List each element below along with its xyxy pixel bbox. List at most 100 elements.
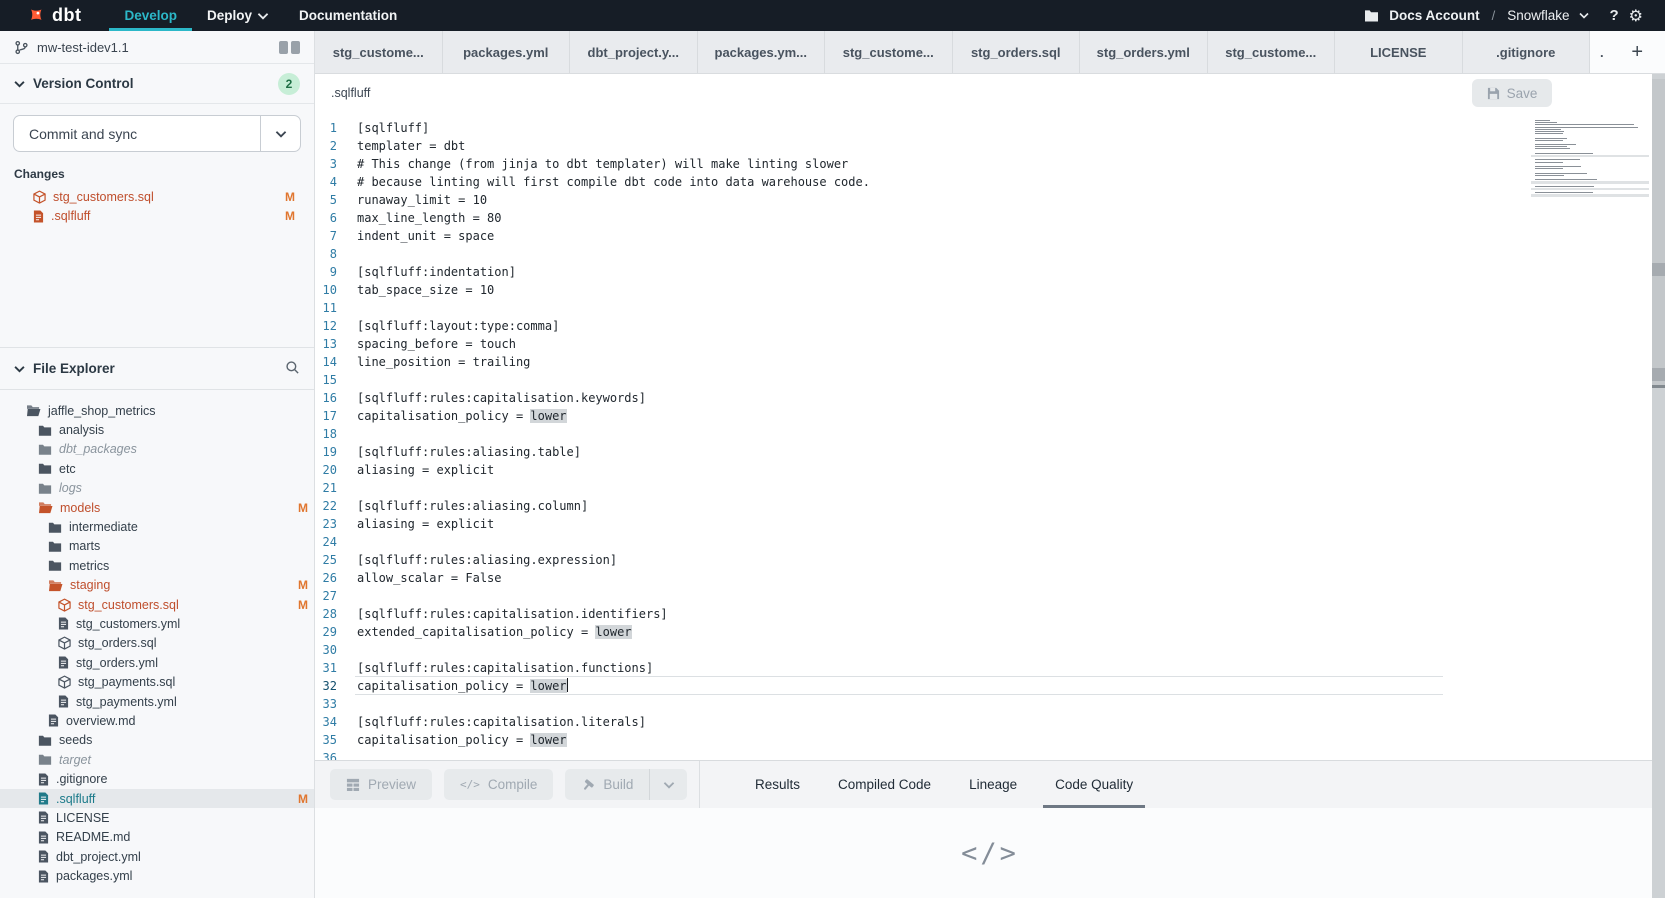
version-control-header[interactable]: Version Control 2 bbox=[0, 64, 314, 103]
changed-file-.sqlfluff[interactable]: .sqlfluffM bbox=[13, 206, 301, 225]
scrollbar-thumb[interactable] bbox=[1652, 79, 1665, 388]
code-line-17[interactable]: 17capitalisation_policy = lower bbox=[315, 407, 1665, 425]
tree-item-stg_orders.yml[interactable]: stg_orders.yml bbox=[0, 653, 314, 672]
code-line-4[interactable]: 4# because linting will first compile db… bbox=[315, 173, 1665, 191]
code-line-13[interactable]: 13spacing_before = touch bbox=[315, 335, 1665, 353]
panel-tab-code-quality[interactable]: Code Quality bbox=[1055, 761, 1133, 808]
tree-item-jaffle_shop_metrics[interactable]: jaffle_shop_metrics bbox=[0, 401, 314, 420]
tree-item-stg_customers.yml[interactable]: stg_customers.yml bbox=[0, 614, 314, 633]
code-line-22[interactable]: 22[sqlfluff:rules:aliasing.column] bbox=[315, 497, 1665, 515]
tree-item-metrics[interactable]: metrics bbox=[0, 556, 314, 575]
tree-item-etc[interactable]: etc bbox=[0, 459, 314, 478]
code-line-5[interactable]: 5runaway_limit = 10 bbox=[315, 191, 1665, 209]
code-line-34[interactable]: 34[sqlfluff:rules:capitalisation.literal… bbox=[315, 713, 1665, 731]
code-line-26[interactable]: 26allow_scalar = False bbox=[315, 569, 1665, 587]
code-line-15[interactable]: 15 bbox=[315, 371, 1665, 389]
tree-item-stg_payments.sql[interactable]: stg_payments.sql bbox=[0, 672, 314, 691]
file-tab-active-partial[interactable]: . bbox=[1590, 45, 1618, 60]
new-tab-button[interactable]: + bbox=[1631, 42, 1643, 62]
code-line-2[interactable]: 2templater = dbt bbox=[315, 137, 1665, 155]
file-tab-stg_custome[interactable]: stg_custome... bbox=[825, 31, 953, 73]
code-line-21[interactable]: 21 bbox=[315, 479, 1665, 497]
code-editor[interactable]: 1[sqlfluff]2templater = dbt3# This chang… bbox=[315, 112, 1665, 760]
tree-item-seeds[interactable]: seeds bbox=[0, 731, 314, 750]
code-line-23[interactable]: 23aliasing = explicit bbox=[315, 515, 1665, 533]
commit-and-sync-button[interactable]: Commit and sync bbox=[13, 115, 301, 152]
code-line-12[interactable]: 12[sqlfluff:layout:type:comma] bbox=[315, 317, 1665, 335]
tree-item-stg_orders.sql[interactable]: stg_orders.sql bbox=[0, 634, 314, 653]
code-line-9[interactable]: 9[sqlfluff:indentation] bbox=[315, 263, 1665, 281]
nav-item-deploy[interactable]: Deploy bbox=[192, 0, 284, 31]
tree-item-dbt_project.yml[interactable]: dbt_project.yml bbox=[0, 847, 314, 866]
file-tab-stg_custome[interactable]: stg_custome... bbox=[315, 31, 443, 73]
tree-item-stg_payments.yml[interactable]: stg_payments.yml bbox=[0, 692, 314, 711]
file-explorer-header[interactable]: File Explorer bbox=[0, 347, 314, 390]
tree-item-target[interactable]: target bbox=[0, 750, 314, 769]
file-tab-packagesym[interactable]: packages.ym... bbox=[698, 31, 826, 73]
code-line-25[interactable]: 25[sqlfluff:rules:aliasing.expression] bbox=[315, 551, 1665, 569]
tree-item-dbt_packages[interactable]: dbt_packages bbox=[0, 440, 314, 459]
gear-icon[interactable]: ⚙ bbox=[1629, 6, 1643, 25]
tree-item-.sqlfluff[interactable]: .sqlfluffM bbox=[0, 789, 314, 808]
tree-item-logs[interactable]: logs bbox=[0, 479, 314, 498]
tree-item-LICENSE[interactable]: LICENSE bbox=[0, 808, 314, 827]
code-line-6[interactable]: 6max_line_length = 80 bbox=[315, 209, 1665, 227]
code-line-18[interactable]: 18 bbox=[315, 425, 1665, 443]
account-name[interactable]: Docs Account bbox=[1389, 8, 1479, 23]
code-line-10[interactable]: 10tab_space_size = 10 bbox=[315, 281, 1665, 299]
save-button[interactable]: Save bbox=[1472, 79, 1552, 107]
code-line-20[interactable]: 20aliasing = explicit bbox=[315, 461, 1665, 479]
code-line-29[interactable]: 29extended_capitalisation_policy = lower bbox=[315, 623, 1665, 641]
file-tab-packagesyml[interactable]: packages.yml bbox=[443, 31, 571, 73]
nav-item-documentation[interactable]: Documentation bbox=[284, 0, 412, 31]
file-tab-dbt_projecty[interactable]: dbt_project.y... bbox=[570, 31, 698, 73]
editor-scrollbar[interactable] bbox=[1652, 74, 1665, 898]
editor-minimap[interactable] bbox=[1535, 120, 1647, 199]
build-button[interactable]: Build bbox=[565, 769, 649, 800]
code-line-3[interactable]: 3# This change (from jinja to dbt templa… bbox=[315, 155, 1665, 173]
file-tab-stg_orderssql[interactable]: stg_orders.sql bbox=[953, 31, 1081, 73]
code-line-33[interactable]: 33 bbox=[315, 695, 1665, 713]
code-line-1[interactable]: 1[sqlfluff] bbox=[315, 119, 1665, 137]
code-line-16[interactable]: 16[sqlfluff:rules:capitalisation.keyword… bbox=[315, 389, 1665, 407]
changed-file-stg_customers.sql[interactable]: stg_customers.sqlM bbox=[13, 187, 301, 206]
code-line-32[interactable]: 32capitalisation_policy = lower bbox=[315, 677, 1665, 695]
code-line-31[interactable]: 31[sqlfluff:rules:capitalisation.functio… bbox=[315, 659, 1665, 677]
compile-button[interactable]: </>Compile bbox=[444, 769, 553, 800]
tree-item-analysis[interactable]: analysis bbox=[0, 420, 314, 439]
nav-item-develop[interactable]: Develop bbox=[109, 0, 192, 31]
tree-item-staging[interactable]: stagingM bbox=[0, 576, 314, 595]
code-line-19[interactable]: 19[sqlfluff:rules:aliasing.table] bbox=[315, 443, 1665, 461]
code-line-11[interactable]: 11 bbox=[315, 299, 1665, 317]
code-line-24[interactable]: 24 bbox=[315, 533, 1665, 551]
file-tab-stg_ordersyml[interactable]: stg_orders.yml bbox=[1080, 31, 1208, 73]
code-line-7[interactable]: 7indent_unit = space bbox=[315, 227, 1665, 245]
file-tab-stg_custome[interactable]: stg_custome... bbox=[1208, 31, 1336, 73]
tree-item-intermediate[interactable]: intermediate bbox=[0, 517, 314, 536]
tree-item-stg_customers.sql[interactable]: stg_customers.sqlM bbox=[0, 595, 314, 614]
commit-options-button[interactable] bbox=[260, 116, 300, 151]
tree-item-marts[interactable]: marts bbox=[0, 537, 314, 556]
help-icon[interactable]: ? bbox=[1609, 7, 1618, 24]
panel-tab-lineage[interactable]: Lineage bbox=[969, 761, 1017, 808]
code-line-35[interactable]: 35capitalisation_policy = lower bbox=[315, 731, 1665, 749]
file-tab-gitignore[interactable]: .gitignore bbox=[1463, 31, 1591, 73]
code-line-36[interactable]: 36 bbox=[315, 749, 1665, 760]
tree-item-packages.yml[interactable]: packages.yml bbox=[0, 866, 314, 885]
connection-name[interactable]: Snowflake bbox=[1507, 8, 1569, 23]
tree-item-overview.md[interactable]: overview.md bbox=[0, 711, 314, 730]
branch-row[interactable]: mw-test-idev1.1 bbox=[0, 31, 314, 64]
dbt-logo[interactable]: dbt bbox=[0, 0, 109, 31]
panel-tab-results[interactable]: Results bbox=[755, 761, 800, 808]
code-line-30[interactable]: 30 bbox=[315, 641, 1665, 659]
code-line-14[interactable]: 14line_position = trailing bbox=[315, 353, 1665, 371]
code-line-8[interactable]: 8 bbox=[315, 245, 1665, 263]
tree-item-models[interactable]: modelsM bbox=[0, 498, 314, 517]
preview-button[interactable]: Preview bbox=[330, 769, 432, 800]
code-line-28[interactable]: 28[sqlfluff:rules:capitalisation.identif… bbox=[315, 605, 1665, 623]
search-icon[interactable] bbox=[285, 360, 300, 378]
panel-tab-compiled-code[interactable]: Compiled Code bbox=[838, 761, 931, 808]
open-docs-icon[interactable] bbox=[279, 41, 300, 54]
tree-item-README.md[interactable]: README.md bbox=[0, 828, 314, 847]
file-tab-LICENSE[interactable]: LICENSE bbox=[1335, 31, 1463, 73]
